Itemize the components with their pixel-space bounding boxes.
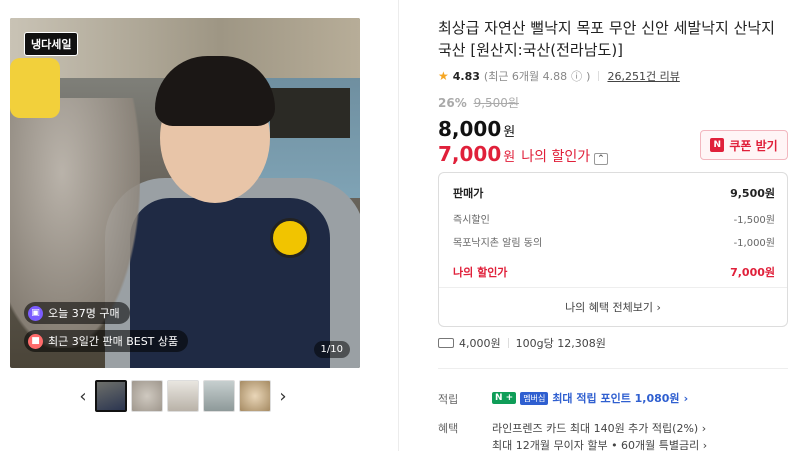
chevron-right-icon: › [683, 391, 689, 405]
breakdown-row-alarm: 목포낙지촌 알림 동의 -1,000원 [453, 234, 775, 249]
breakdown-label: 판매가 [453, 187, 484, 200]
breakdown-label: 목포낙지촌 알림 동의 [453, 238, 543, 249]
breakdown-row-sale: 판매가 9,500원 [453, 185, 775, 201]
breakdown-value: 9,500원 [730, 187, 775, 200]
naver-plus-icon: N + [492, 392, 517, 404]
image-counter: 1/10 [313, 341, 350, 358]
points-label: 적립 [438, 393, 459, 406]
sale-price: 8,000 원 [438, 117, 515, 141]
membership-badge: 멤버십 [520, 391, 549, 405]
installment-text: 최대 12개월 무이자 할부 • 60개월 특별금리 [492, 439, 700, 451]
my-discount-price[interactable]: 7,000 원 나의 할인가 ⌃ [438, 142, 608, 166]
breakdown-value: -1,500원 [733, 215, 775, 226]
star-icon: ★ [438, 69, 449, 83]
chevron-right-icon: › [656, 301, 661, 314]
card-benefit-link[interactable]: 라인프렌즈 카드 최대 140원 추가 적립(2%) › [492, 420, 706, 436]
rating-row: ★ 4.83 (최근 6개월 4.88 ⓘ) 26,251건 리뷰 [438, 68, 680, 84]
shipping-fee: 4,000원 [459, 337, 501, 350]
my-price-value: 7,000 [438, 142, 502, 166]
installment-link[interactable]: 최대 12개월 무이자 할부 • 60개월 특별금리 › [492, 437, 707, 451]
info-icon[interactable]: ⓘ [571, 68, 582, 84]
product-main-image[interactable]: 냉다세일 ▣ 오늘 37명 구매 ■ 최근 3일간 판매 BEST 상품 1/1… [10, 18, 360, 368]
thumbnail-1[interactable] [95, 380, 127, 412]
review-count-link[interactable]: 26,251건 리뷰 [607, 68, 679, 84]
breakdown-row-mine: 나의 할인가 7,000원 [453, 264, 775, 280]
unit-price: 100g당 12,308원 [515, 337, 606, 350]
breakdown-row-instant: 즉시할인 -1,500원 [453, 211, 775, 226]
discount-row: 26% 9,500원 [438, 94, 519, 111]
benefits-label: 혜택 [438, 422, 459, 435]
coupon-button[interactable]: N 쿠폰 받기 [700, 130, 788, 160]
gift-icon: ■ [28, 333, 43, 349]
thumbnail-3[interactable] [167, 380, 199, 412]
best-seller-pill: ■ 최근 3일간 판매 BEST 상품 [24, 330, 189, 352]
recent-rating: (최근 6개월 4.88 [483, 70, 568, 83]
rating-score: 4.83 [452, 69, 480, 83]
breakdown-label: 나의 할인가 [453, 266, 508, 279]
truck-icon [438, 338, 454, 348]
recent-rating-close: ) [586, 69, 591, 83]
chevron-right-icon: › [702, 439, 708, 451]
breakdown-value: 7,000원 [730, 266, 775, 279]
chevron-up-icon[interactable]: ⌃ [594, 153, 608, 165]
chevron-right-icon: › [701, 422, 707, 435]
bag-icon: ▣ [28, 305, 43, 321]
breakdown-label: 즉시할인 [453, 215, 490, 226]
section-divider [438, 368, 788, 369]
column-divider [398, 0, 399, 451]
purchase-count-pill: ▣ 오늘 37명 구매 [24, 302, 130, 324]
my-price-label: 나의 할인가 [521, 149, 591, 165]
card-benefit-text: 라인프렌즈 카드 최대 140원 추가 적립(2%) [492, 422, 699, 435]
sale-price-value: 8,000 [438, 117, 502, 141]
points-text: 최대 적립 포인트 1,080원 [552, 392, 680, 405]
purchase-count-text: 오늘 37명 구매 [48, 307, 120, 320]
thumbnail-2[interactable] [131, 380, 163, 412]
price-breakdown-box: 판매가 9,500원 즉시할인 -1,500원 목포낙지촌 알림 동의 -1,0… [438, 172, 788, 327]
naver-logo-icon: N [710, 138, 725, 152]
thumbnail-5[interactable] [239, 380, 271, 412]
best-seller-text: 최근 3일간 판매 BEST 상품 [48, 335, 179, 348]
shipping-row: 4,000원 100g당 12,308원 [438, 335, 606, 351]
thumbnail-strip: ‹ › [75, 378, 305, 414]
discount-percent: 26% [438, 96, 467, 110]
product-title: 최상급 자연산 뻘낙지 목포 무안 신안 세발낙지 산낙지 국산 [원산지:국산… [438, 19, 775, 59]
breakdown-value: -1,000원 [733, 238, 775, 249]
original-price: 9,500원 [473, 96, 519, 110]
points-link[interactable]: N + 멤버십 최대 적립 포인트 1,080원 › [492, 390, 688, 406]
my-price-unit: 원 [503, 150, 516, 165]
thumb-prev-button[interactable]: ‹ [75, 379, 91, 413]
coupon-label: 쿠폰 받기 [729, 138, 778, 153]
thumb-next-button[interactable]: › [275, 379, 291, 413]
all-benefits-label: 나의 혜택 전체보기 [565, 301, 654, 314]
all-benefits-link[interactable]: 나의 혜택 전체보기 › [439, 299, 787, 315]
sale-badge: 냉다세일 [24, 32, 79, 56]
thumbnail-4[interactable] [203, 380, 235, 412]
sale-price-unit: 원 [503, 125, 516, 140]
